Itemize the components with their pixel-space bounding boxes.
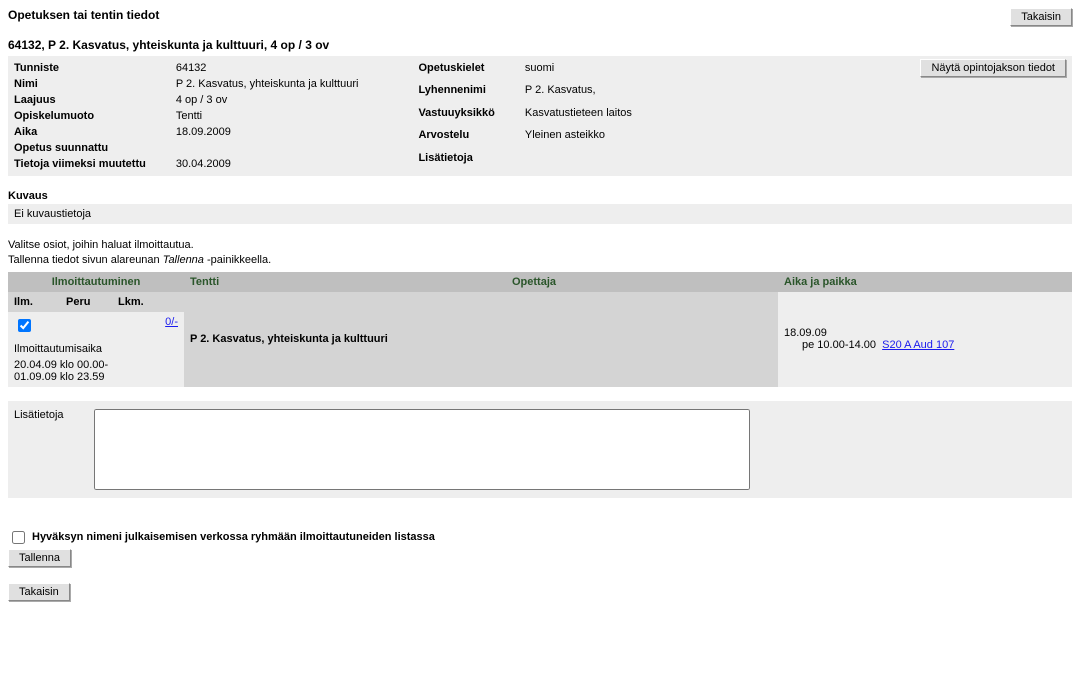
- value-vastuuyksikko: Kasvatustieteen laitos: [525, 105, 662, 127]
- value-laajuus: 4 op / 3 ov: [176, 92, 389, 108]
- value-nimi: P 2. Kasvatus, yhteiskunta ja kulttuuri: [176, 76, 389, 92]
- register-checkbox[interactable]: [18, 319, 31, 332]
- reg-period-label: Ilmoittautumisaika: [8, 339, 184, 359]
- cell-time: pe 10.00-14.00: [802, 339, 876, 351]
- instructions: Valitse osiot, joihin haluat ilmoittautu…: [8, 238, 1072, 269]
- save-button[interactable]: Tallenna: [8, 549, 71, 567]
- cell-tentti-name: P 2. Kasvatus, yhteiskunta ja kulttuuri: [184, 292, 506, 387]
- additional-info-row: Lisätietoja: [8, 401, 1072, 498]
- label-lyhennenimi: Lyhennenimi: [418, 82, 524, 104]
- th-ilmoittautuminen: Ilmoittautuminen: [8, 272, 184, 292]
- value-lisatietoja: [525, 150, 662, 172]
- th-tentti: Tentti: [184, 272, 506, 292]
- value-aika: 18.09.2009: [176, 124, 389, 140]
- th-aika-paikka: Aika ja paikka: [778, 272, 1072, 292]
- value-lyhennenimi: P 2. Kasvatus,: [525, 82, 662, 104]
- count-link[interactable]: 0/-: [165, 316, 178, 328]
- value-tunniste: 64132: [176, 60, 389, 76]
- label-vastuuyksikko: Vastuuyksikkö: [418, 105, 524, 127]
- cell-date: 18.09.09: [784, 327, 1066, 339]
- value-opetuskielet: suomi: [525, 60, 662, 82]
- label-tietoja-muutettu: Tietoja viimeksi muutettu: [14, 156, 176, 172]
- course-heading: 64132, P 2. Kasvatus, yhteiskunta ja kul…: [8, 38, 1072, 52]
- instructions-line2a: Tallenna tiedot sivun alareunan: [8, 254, 163, 266]
- back-button[interactable]: Takaisin: [1010, 8, 1072, 26]
- label-aika: Aika: [14, 124, 176, 140]
- instructions-line2b: Tallenna: [163, 254, 204, 266]
- label-tunniste: Tunniste: [14, 60, 176, 76]
- back-button-bottom[interactable]: Takaisin: [8, 583, 70, 601]
- label-nimi: Nimi: [14, 76, 176, 92]
- description-text: Ei kuvaustietoja: [8, 204, 1072, 224]
- label-opetus-suunnattu: Opetus suunnattu: [14, 140, 176, 156]
- th-lkm: Lkm.: [112, 292, 184, 312]
- additional-textarea[interactable]: [94, 409, 750, 490]
- show-course-details-button[interactable]: Näytä opintojakson tiedot: [920, 59, 1066, 77]
- page-title: Opetuksen tai tentin tiedot: [8, 8, 159, 22]
- consent-checkbox[interactable]: [12, 531, 25, 544]
- label-opetuskielet: Opetuskielet: [418, 60, 524, 82]
- th-opettaja: Opettaja: [506, 272, 778, 292]
- value-opiskelumuoto: Tentti: [176, 108, 389, 124]
- reg-period-start: 20.04.09 klo 00.00-: [14, 359, 178, 371]
- reg-period-end: 01.09.09 klo 23.59: [14, 371, 178, 383]
- th-ilm: Ilm.: [8, 292, 60, 312]
- label-opiskelumuoto: Opiskelumuoto: [14, 108, 176, 124]
- label-arvostelu: Arvostelu: [418, 127, 524, 149]
- additional-label: Lisätietoja: [14, 409, 64, 421]
- course-info-box: Näytä opintojakson tiedot Tunniste 64132…: [8, 56, 1072, 176]
- label-lisatietoja: Lisätietoja: [418, 150, 524, 172]
- instructions-line2c: -painikkeella.: [204, 254, 271, 266]
- registration-table: Ilmoittautuminen Tentti Opettaja Aika ja…: [8, 272, 1072, 387]
- consent-label: Hyväksyn nimeni julkaisemisen verkossa r…: [32, 531, 435, 543]
- value-tietoja-muutettu: 30.04.2009: [176, 156, 389, 172]
- description-heading: Kuvaus: [8, 190, 1072, 202]
- instructions-line1: Valitse osiot, joihin haluat ilmoittautu…: [8, 239, 194, 251]
- th-peru: Peru: [60, 292, 112, 312]
- value-opetus-suunnattu: [176, 140, 389, 156]
- label-laajuus: Laajuus: [14, 92, 176, 108]
- room-link[interactable]: S20 A Aud 107: [882, 339, 954, 351]
- value-arvostelu: Yleinen asteikko: [525, 127, 662, 149]
- cell-opettaja: [506, 292, 778, 387]
